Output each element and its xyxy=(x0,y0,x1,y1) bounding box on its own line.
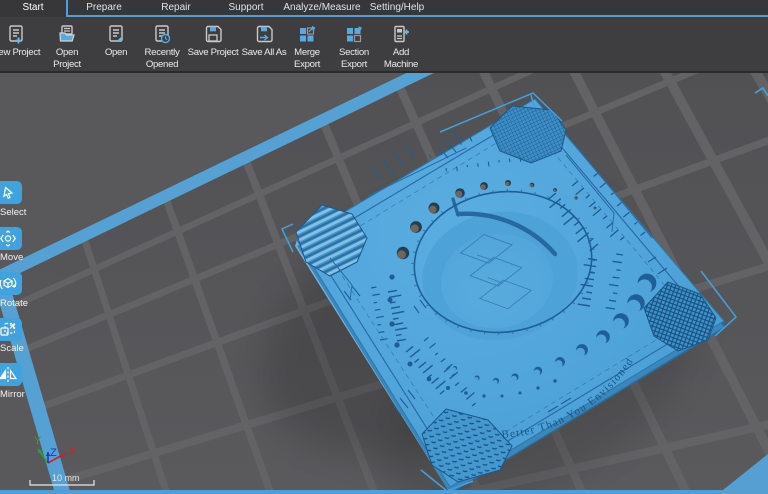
svg-text:Z: Z xyxy=(50,447,57,459)
svg-text:Y: Y xyxy=(34,435,42,447)
svg-text:10 mm: 10 mm xyxy=(52,473,80,483)
svg-text:X: X xyxy=(69,446,77,458)
